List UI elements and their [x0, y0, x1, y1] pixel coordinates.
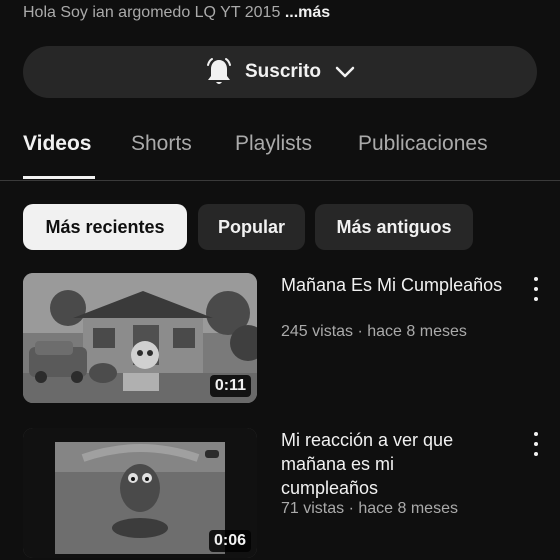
tab-publicaciones[interactable]: Publicaciones — [358, 132, 488, 156]
tab-playlists[interactable]: Playlists — [235, 132, 312, 156]
channel-tabs: Videos Shorts Playlists Publicaciones — [0, 118, 560, 181]
video-title[interactable]: Mañana Es Mi Cumpleaños — [281, 273, 511, 297]
video-meta: 71 vistas · hace 8 meses — [281, 500, 458, 517]
tab-shorts[interactable]: Shorts — [131, 132, 192, 156]
channel-description[interactable]: Hola Soy ian argomedo LQ YT 2015 ...más — [23, 4, 330, 22]
video-meta: 245 vistas · hace 8 meses — [281, 323, 467, 340]
channel-page: Hola Soy ian argomedo LQ YT 2015 ...más … — [0, 0, 560, 560]
video-duration: 0:11 — [209, 375, 251, 397]
subscribed-button[interactable]: Suscrito — [23, 46, 537, 98]
active-tab-indicator — [23, 176, 95, 179]
more-options-icon[interactable] — [528, 277, 544, 301]
filter-chip-recent[interactable]: Más recientes — [23, 204, 187, 250]
video-item[interactable]: 0:11 Mañana Es Mi Cumpleaños 245 vistas … — [23, 273, 560, 408]
subscribed-label: Suscrito — [244, 61, 322, 82]
filter-chip-popular[interactable]: Popular — [198, 204, 305, 250]
video-item[interactable]: 0:06 Mi reacción a ver que mañana es mi … — [23, 428, 560, 560]
video-duration: 0:06 — [208, 530, 251, 552]
video-thumbnail[interactable]: 0:06 — [23, 428, 257, 558]
tab-videos[interactable]: Videos — [23, 132, 91, 156]
chevron-down-icon — [333, 60, 357, 84]
channel-description-text: Hola Soy ian argomedo LQ YT 2015 — [23, 4, 281, 21]
filter-chip-oldest[interactable]: Más antiguos — [315, 204, 473, 250]
video-title[interactable]: Mi reacción a ver que mañana es mi cumpl… — [281, 428, 481, 500]
video-thumbnail[interactable]: 0:11 — [23, 273, 257, 403]
more-options-icon[interactable] — [528, 432, 544, 456]
more-link[interactable]: ...más — [285, 4, 330, 21]
bell-icon — [203, 56, 235, 88]
